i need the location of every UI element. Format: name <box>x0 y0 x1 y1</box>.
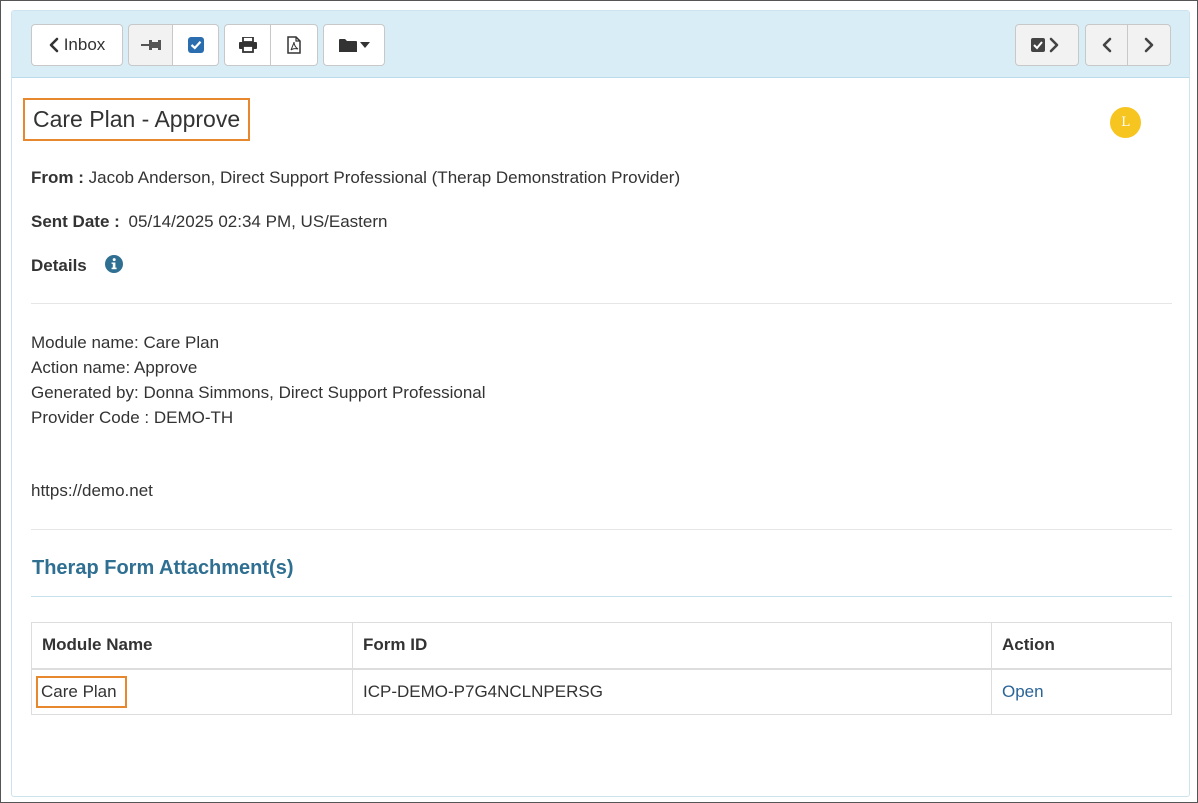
folder-icon <box>338 38 357 53</box>
back-to-inbox-button[interactable]: Inbox <box>31 24 123 66</box>
column-header-form-id: Form ID <box>352 622 992 670</box>
attachments-table: Module Name Form ID Action Care Plan ICP… <box>31 622 1172 715</box>
checkbox-icon <box>187 37 204 53</box>
divider <box>31 529 1172 530</box>
print-button[interactable] <box>224 24 271 66</box>
pin-button[interactable] <box>128 24 173 66</box>
sent-date-field: Sent Date : 05/14/2025 02:34 PM, US/East… <box>31 212 387 232</box>
open-link[interactable]: Open <box>1002 682 1044 701</box>
body-line: Provider Code : DEMO-TH <box>31 408 234 427</box>
table-header-row: Module Name Form ID Action <box>31 622 1172 670</box>
pdf-icon <box>287 36 301 54</box>
action-cell: Open <box>991 668 1172 715</box>
chevron-left-icon <box>1102 37 1112 53</box>
column-header-module-name: Module Name <box>31 622 353 670</box>
column-header-action: Action <box>991 622 1172 670</box>
screenshot-frame: Inbox Care Plan - Approve L From: Jacob… <box>0 0 1198 803</box>
message-panel: Inbox Care Plan - Approve L From: Jacob… <box>11 10 1190 797</box>
from-value: Jacob Anderson, Direct Support Professio… <box>88 168 681 187</box>
mark-checked-button[interactable] <box>173 24 219 66</box>
inbox-label: Inbox <box>63 35 106 54</box>
folder-group <box>323 24 385 66</box>
sent-date-label: Sent Date : <box>31 212 120 231</box>
inbox-button-group: Inbox <box>31 24 123 66</box>
message-title: Care Plan - Approve <box>23 98 251 141</box>
print-icon <box>238 37 257 53</box>
caret-down-icon <box>359 42 370 48</box>
details-label: Details <box>31 256 87 275</box>
module-name-cell: Care Plan <box>31 668 353 715</box>
module-name-value: Care Plan <box>36 675 127 708</box>
previous-message-button[interactable] <box>1085 24 1128 66</box>
message-url: https://demo.net <box>31 481 153 500</box>
divider <box>31 303 1172 304</box>
avatar[interactable]: L <box>1110 107 1141 138</box>
check-next-icon <box>1031 37 1063 53</box>
from-field: From : Jacob Anderson, Direct Support Pr… <box>31 168 680 188</box>
attachments-title: Therap Form Attachment(s) <box>32 557 294 579</box>
details-field: Details <box>31 256 87 276</box>
info-icon[interactable] <box>105 255 123 278</box>
next-unread-group <box>1015 24 1079 66</box>
chevron-right-icon <box>1144 37 1154 53</box>
from-label: From : <box>31 168 84 187</box>
print-pdf-group <box>224 24 318 66</box>
table-row: Care Plan ICP-DEMO-P7G4NCLNPERSG Open <box>31 668 1172 715</box>
body-line: Module name: Care Plan <box>31 333 220 352</box>
pin-check-group <box>128 24 219 66</box>
move-to-folder-button[interactable] <box>323 24 385 66</box>
sent-date-value: 05/14/2025 02:34 PM, US/Eastern <box>128 212 388 231</box>
prev-next-group <box>1085 24 1171 66</box>
chevron-left-icon <box>49 37 59 53</box>
pdf-button[interactable] <box>271 24 318 66</box>
section-divider <box>31 596 1172 597</box>
form-id-cell: ICP-DEMO-P7G4NCLNPERSG <box>352 668 992 715</box>
message-toolbar: Inbox <box>12 11 1189 78</box>
message-body: Module name: Care Plan Action name: Appr… <box>31 330 486 430</box>
body-line: Generated by: Donna Simmons, Direct Supp… <box>31 383 486 402</box>
check-next-button[interactable] <box>1015 24 1079 66</box>
pin-icon <box>140 37 162 53</box>
next-message-button[interactable] <box>1128 24 1171 66</box>
body-line: Action name: Approve <box>31 358 198 377</box>
